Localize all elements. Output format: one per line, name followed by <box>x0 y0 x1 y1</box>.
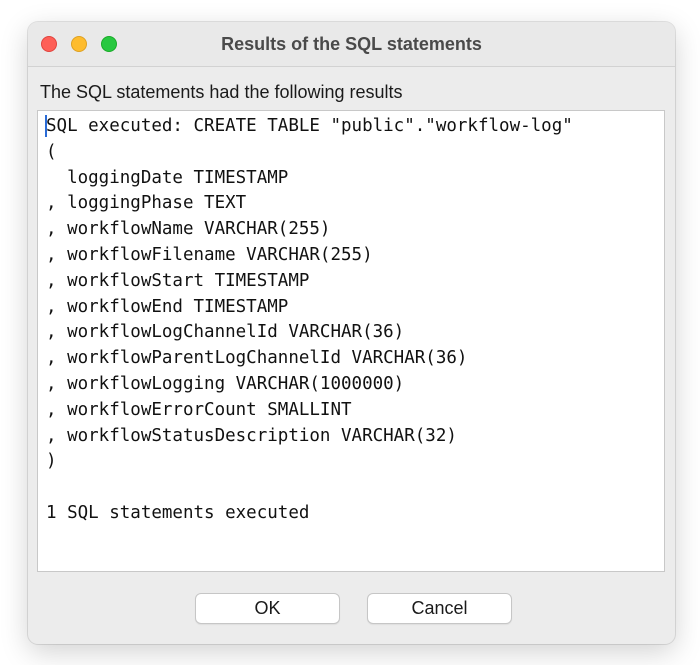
ok-button[interactable]: OK <box>195 593 340 624</box>
results-message: The SQL statements had the following res… <box>40 82 403 102</box>
text-caret <box>45 115 47 137</box>
results-text: SQL executed: CREATE TABLE "public"."wor… <box>46 116 573 523</box>
dialog-window: Results of the SQL statements The SQL st… <box>28 22 675 644</box>
cancel-button[interactable]: Cancel <box>367 593 512 624</box>
window-title: Results of the SQL statements <box>221 34 482 54</box>
results-text-area[interactable]: SQL executed: CREATE TABLE "public"."wor… <box>37 110 665 572</box>
title-bar[interactable]: Results of the SQL statements <box>28 22 675 67</box>
